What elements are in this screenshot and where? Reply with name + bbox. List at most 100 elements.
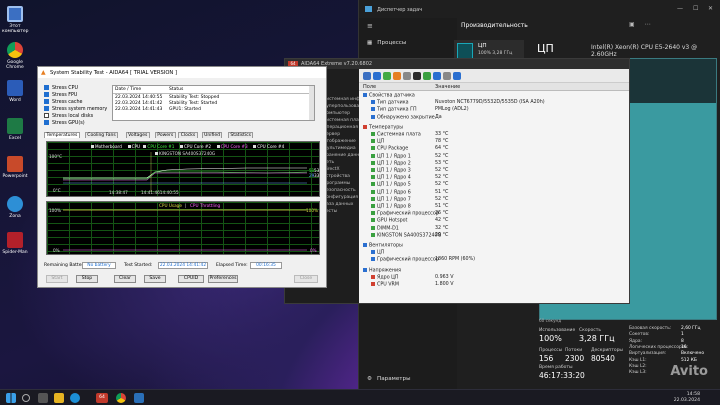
tab-clocks[interactable]: Clocks: [178, 132, 198, 138]
aida64-menu-item[interactable]: Отображение: [323, 139, 356, 144]
close-button[interactable]: Close: [294, 275, 318, 283]
sensor-group-header[interactable]: Температуры: [359, 124, 629, 132]
toolbar-icon[interactable]: [423, 72, 431, 80]
sensor-group-header[interactable]: Свойства датчика: [359, 93, 629, 100]
sensor-row[interactable]: DIMM-D1 32 °C: [359, 225, 629, 233]
reading-motherboard: 33: [314, 173, 320, 178]
sensor-row[interactable]: ЦП 1 / Ядро 5 52 °C: [359, 182, 629, 189]
search-icon[interactable]: [22, 394, 30, 402]
toolbar-icon[interactable]: [363, 72, 371, 80]
cpuid-button[interactable]: CPUID: [178, 275, 204, 283]
sidebar-item-processes[interactable]: ▦ Процессы: [367, 40, 406, 46]
aida64-menu-item[interactable]: Безопасность: [323, 188, 356, 193]
maximize-button[interactable]: ☐: [693, 5, 698, 12]
sensor-row[interactable]: ЦП 1 / Ядро 2 53 °C: [359, 160, 629, 168]
toolbar-icon[interactable]: [453, 72, 461, 80]
system-clock[interactable]: 14:58 22.03.2024: [674, 392, 700, 403]
toolbar-icon[interactable]: [433, 72, 441, 80]
checkbox[interactable]: [44, 84, 49, 90]
column-field[interactable]: Поле: [363, 84, 376, 90]
sensor-row[interactable]: Тип датчика ГП PMLog (ADL2): [359, 107, 629, 114]
aida64-menu-item[interactable]: Системная плата: [323, 118, 364, 123]
log-scrollbar[interactable]: [309, 86, 314, 120]
sensor-row[interactable]: Графический процессор 1860 RPM (60%): [359, 257, 629, 264]
sensor-group-header[interactable]: Вентиляторы: [359, 243, 629, 250]
toolbar-icon[interactable]: [443, 72, 451, 80]
sensor-row[interactable]: ЦП 1 / Ядро 7 52 °C: [359, 196, 629, 204]
sensor-row[interactable]: GPU Hotspot 42 °C: [359, 218, 629, 225]
edge-icon[interactable]: [70, 393, 80, 403]
stress-option[interactable]: Stress local disks: [44, 112, 93, 119]
sensor-row[interactable]: ЦП 1 / Ядро 4 52 °C: [359, 175, 629, 182]
toolbar-icon[interactable]: [403, 72, 411, 80]
sensor-row[interactable]: ЦП 1 / Ядро 6 51 °C: [359, 189, 629, 197]
run-task-icon[interactable]: ▣: [629, 21, 635, 28]
sensor-row[interactable]: ЦП 1 / Ядро 3 52 °C: [359, 168, 629, 175]
preferences-button[interactable]: Preferences: [208, 275, 238, 283]
task-manager-taskbar-icon[interactable]: [134, 393, 144, 403]
sensor-group-header[interactable]: Напряжения: [359, 267, 629, 275]
tab-voltages[interactable]: Voltages: [125, 132, 150, 138]
tab-powers[interactable]: Powers: [154, 132, 176, 138]
hamburger-icon[interactable]: ≡: [367, 22, 373, 30]
sensor-row[interactable]: KINGSTON SA400S37240G 29 °C: [359, 232, 629, 240]
desktop-icon-zona[interactable]: Zona: [2, 196, 28, 219]
tab-cooling-fans[interactable]: Cooling Fans: [84, 132, 119, 138]
desktop-icon-label: Spider-Man: [2, 250, 28, 255]
sensor-row[interactable]: Графический процессор 36 °C: [359, 211, 629, 218]
windows-start-icon[interactable]: [6, 393, 16, 403]
stress-option[interactable]: Stress GPU(s): [44, 119, 85, 126]
checkbox[interactable]: [44, 119, 49, 125]
toolbar-icon[interactable]: [383, 72, 391, 80]
checkbox[interactable]: [44, 112, 49, 118]
close-button[interactable]: ✕: [708, 5, 713, 12]
aida64-taskbar-icon[interactable]: 64: [96, 393, 108, 403]
file-explorer-icon[interactable]: [54, 393, 64, 403]
desktop-icon-spiderman[interactable]: Spider-Man: [2, 232, 28, 255]
sidebar-item-settings[interactable]: ⚙ Параметры: [367, 376, 411, 382]
more-options-icon[interactable]: ⋯: [645, 21, 651, 28]
checkbox[interactable]: [44, 105, 49, 111]
stop-button[interactable]: Stop: [76, 275, 98, 283]
toolbar-icon[interactable]: [393, 72, 401, 80]
sensor-row[interactable]: CPU VRM 1.800 V: [359, 282, 629, 289]
aida64-menu-item[interactable]: Конфигурация: [323, 195, 358, 200]
sensor-row[interactable]: Ядро ЦП 0.963 V: [359, 274, 629, 282]
aida64-menu-item[interactable]: База данных: [323, 202, 353, 207]
stress-option[interactable]: Stress system memory: [44, 105, 107, 112]
stress-option[interactable]: Stress CPU: [44, 84, 78, 91]
sensor-row[interactable]: ЦП 1 / Ядро 8 51 °C: [359, 204, 629, 211]
toolbar-icon[interactable]: [413, 72, 421, 80]
sensor-row[interactable]: ЦП 1 / Ядро 1 52 °C: [359, 153, 629, 161]
desktop-icon-excel[interactable]: Excel: [2, 118, 28, 141]
checkbox[interactable]: [44, 98, 49, 104]
chrome-taskbar-icon[interactable]: [116, 393, 126, 403]
start-button[interactable]: Start: [46, 275, 68, 283]
task-view-icon[interactable]: [38, 393, 48, 403]
tab-statistics[interactable]: Statistics: [227, 132, 254, 138]
checkbox[interactable]: [44, 91, 49, 97]
minimize-button[interactable]: —: [677, 5, 683, 12]
aida64-menu-item[interactable]: Компьютер: [323, 111, 350, 116]
stress-option[interactable]: Stress FPU: [44, 91, 77, 98]
tab-temperatures[interactable]: Temperatures: [44, 132, 80, 138]
clear-button[interactable]: Clear: [114, 275, 136, 283]
column-value[interactable]: Значение: [435, 84, 460, 90]
sensor-row[interactable]: ЦП: [359, 250, 629, 257]
aida64-menu-item[interactable]: Устройства: [323, 174, 350, 179]
sensor-row[interactable]: Обнаружено закрытие Да: [359, 114, 629, 122]
stress-option[interactable]: Stress cache: [44, 98, 82, 105]
desktop-icon-powerpoint[interactable]: Powerpoint: [2, 156, 28, 179]
aida64-menu-item[interactable]: Мультимедиа: [323, 146, 356, 151]
sensor-row[interactable]: Системная плата 33 °C: [359, 132, 629, 139]
sensor-row[interactable]: Тип датчика Nuvoton NCT6779D/5532D/5535D …: [359, 100, 629, 107]
aida64-menu-item[interactable]: Программы: [323, 181, 350, 186]
sensor-row[interactable]: ЦП 78 °C: [359, 139, 629, 146]
save-button[interactable]: Save: [144, 275, 166, 283]
desktop-icon-chrome[interactable]: Google Chrome: [2, 42, 28, 70]
toolbar-icon[interactable]: [373, 72, 381, 80]
desktop-icon-word[interactable]: Word: [2, 80, 28, 103]
tab-unified[interactable]: Unified: [201, 132, 223, 138]
sensor-row[interactable]: CPU Package 64 °C: [359, 146, 629, 153]
desktop-icon-this-pc[interactable]: Этот компьютер: [2, 6, 29, 34]
